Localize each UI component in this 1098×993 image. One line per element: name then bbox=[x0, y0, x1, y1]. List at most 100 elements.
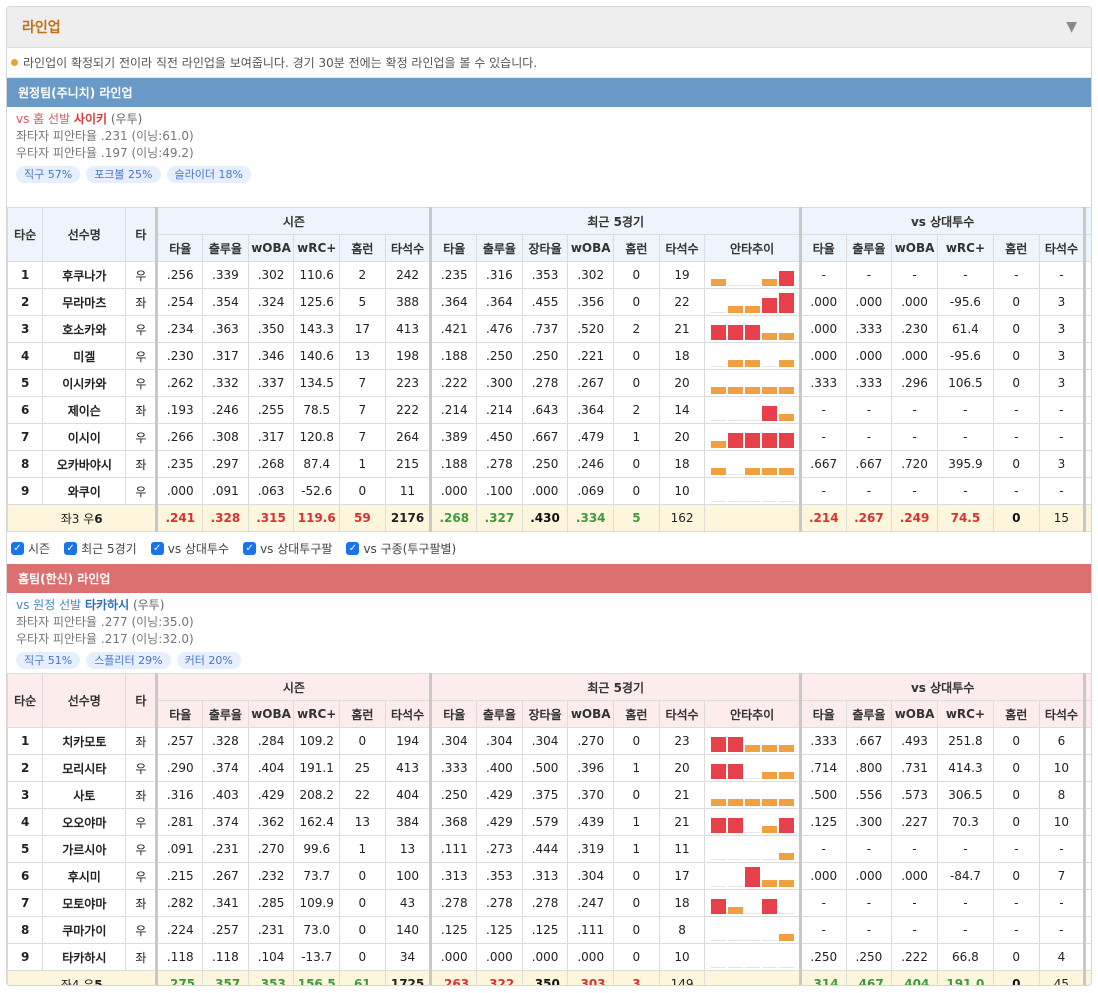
header-season-col[interactable]: 홈런 bbox=[339, 700, 386, 728]
trend-bar bbox=[778, 387, 794, 394]
header-vs-col[interactable]: 출루율 bbox=[845, 234, 893, 262]
away-lineup-table-wrap[interactable]: 타순 선수명 타 시즌 최근 5경기 vs 상대투수 타율 출루율 wOBA wRC+ 홈런 타석수 타… bbox=[7, 207, 1091, 532]
header-vs-col[interactable]: 타율 bbox=[798, 700, 847, 728]
table-row[interactable]: 2 무라마츠 좌 .254.354.324 125.6 5 388.364.364.455.… bbox=[7, 288, 1091, 316]
header-vs-col[interactable]: wOBA bbox=[891, 234, 938, 262]
player-name[interactable]: 와쿠이 bbox=[42, 477, 127, 505]
header-recent-col[interactable]: 타석수 bbox=[658, 234, 706, 262]
header-season-col[interactable]: wOBA bbox=[247, 700, 295, 728]
header-season-col[interactable]: 타율 bbox=[155, 234, 204, 262]
header-recent-col[interactable]: 타율 bbox=[429, 700, 478, 728]
header-vs-col[interactable]: 타율 bbox=[1083, 234, 1091, 262]
total-recent-stat: .268 bbox=[429, 504, 478, 532]
header-recent-col[interactable]: 안타추이 bbox=[704, 700, 801, 728]
player-name[interactable]: 쿠마가이 bbox=[42, 916, 127, 944]
table-row[interactable]: 2 모리시타 우 .290.374.404 191.1 25 413.333.400.500… bbox=[7, 754, 1091, 782]
player-name[interactable]: 이시이 bbox=[42, 423, 127, 451]
header-recent-col[interactable]: 안타추이 bbox=[704, 234, 801, 262]
checkbox-vs-arm[interactable]: ✓ vs 상대투구팔 bbox=[243, 540, 332, 557]
player-name[interactable]: 오카바야시 bbox=[42, 450, 127, 478]
header-season-col[interactable]: 출루율 bbox=[202, 700, 249, 728]
table-row[interactable]: 3 호소카와 우 .234.363.350 143.3 17 413.421.476.737… bbox=[7, 315, 1091, 343]
header-vs-col[interactable]: 타석수 bbox=[1038, 700, 1086, 728]
header-recent-col[interactable]: 출루율 bbox=[476, 234, 523, 262]
panel-header[interactable]: 라인업 ▼ bbox=[7, 7, 1091, 48]
header-vs-col[interactable]: 타율 bbox=[1083, 700, 1091, 728]
checkbox-season[interactable]: ✓ 시즌 bbox=[11, 540, 50, 557]
pitcher-name[interactable]: 사이키 bbox=[74, 112, 107, 126]
player-name[interactable]: 모리시타 bbox=[42, 754, 127, 782]
header-recent-col[interactable]: 장타율 bbox=[521, 234, 569, 262]
recent-stat: .304 bbox=[429, 727, 478, 755]
header-season-col[interactable]: 홈런 bbox=[339, 234, 386, 262]
checkbox-recent[interactable]: ✓ 최근 5경기 bbox=[64, 540, 137, 557]
player-name[interactable]: 타카하시 bbox=[42, 943, 127, 971]
player-name[interactable]: 이시카와 bbox=[42, 369, 127, 397]
recent-stat: .429 bbox=[476, 781, 523, 809]
player-name[interactable]: 사토 bbox=[42, 781, 127, 809]
header-recent-col[interactable]: 타율 bbox=[429, 234, 478, 262]
table-row[interactable]: 6 후시미 우 .215.267.232 73.7 0 100.313.353.313.30… bbox=[7, 862, 1091, 890]
table-row[interactable]: 9 타카하시 좌 .118.118.104 -13.7 0 34.000.000.000.0… bbox=[7, 943, 1091, 971]
vs-stat: 0 bbox=[992, 342, 1040, 370]
season-stat: 34 bbox=[384, 943, 432, 971]
header-season-col[interactable]: 타석수 bbox=[384, 700, 432, 728]
header-vs-col[interactable]: 타석수 bbox=[1038, 234, 1086, 262]
player-name[interactable]: 치카모토 bbox=[42, 727, 127, 755]
header-recent-col[interactable]: wOBA bbox=[567, 700, 615, 728]
table-row[interactable]: 3 사토 좌 .316.403.429 208.2 22 404.250.429.375.3… bbox=[7, 781, 1091, 809]
header-recent-col[interactable]: 장타율 bbox=[521, 700, 569, 728]
header-recent-col[interactable]: 타석수 bbox=[658, 700, 706, 728]
home-lineup-table-wrap[interactable]: 타순 선수명 타 시즌 최근 5경기 vs 상대투수 타율 출루율 wOBA wRC+ 홈런 타석수 타… bbox=[7, 673, 1091, 985]
season-stat: 109.9 bbox=[293, 889, 341, 917]
table-row[interactable]: 7 모토야마 좌 .282.341.285 109.9 0 43.278.278.278.2… bbox=[7, 889, 1091, 917]
table-row[interactable]: 4 미겔 우 .230.317.346 140.6 13 198.188.250.250.2… bbox=[7, 342, 1091, 370]
player-name[interactable]: 모토야마 bbox=[42, 889, 127, 917]
header-season-col[interactable]: wOBA bbox=[247, 234, 295, 262]
header-season-col[interactable]: 타석수 bbox=[384, 234, 432, 262]
vs-stat: .169 bbox=[1083, 396, 1091, 424]
table-row[interactable]: 5 가르시아 우 .091.231.270 99.6 1 13.111.273.444.31… bbox=[7, 835, 1091, 863]
player-name[interactable]: 가르시아 bbox=[42, 835, 127, 863]
batting-order: 9 bbox=[7, 943, 44, 971]
header-vs-col[interactable]: 홈런 bbox=[992, 234, 1040, 262]
table-row[interactable]: 1 후쿠나가 우 .256.339.302 110.6 2 242.235.316.353.… bbox=[7, 261, 1091, 289]
header-season-col[interactable]: 출루율 bbox=[202, 234, 249, 262]
header-vs-col[interactable]: wRC+ bbox=[936, 234, 994, 262]
header-vs-col[interactable]: wOBA bbox=[891, 700, 938, 728]
checkbox-vs-pitcher[interactable]: ✓ vs 상대투수 bbox=[150, 540, 229, 557]
trend-bar bbox=[744, 325, 760, 340]
pitch-tag: 슬라이더 18% bbox=[166, 166, 251, 183]
table-row[interactable]: 8 쿠마가이 우 .224.257.231 73.0 0 140.125.125.125.1… bbox=[7, 916, 1091, 944]
header-vs-col[interactable]: 출루율 bbox=[845, 700, 893, 728]
table-row[interactable]: 4 오오야마 우 .281.374.362 162.4 13 384.368.429.579… bbox=[7, 808, 1091, 836]
header-recent-col[interactable]: 출루율 bbox=[476, 700, 523, 728]
header-season-col[interactable]: wRC+ bbox=[293, 700, 341, 728]
header-season-col[interactable]: wRC+ bbox=[293, 234, 341, 262]
recent-stat: .313 bbox=[429, 862, 478, 890]
header-vs-col[interactable]: 타율 bbox=[798, 234, 847, 262]
player-name[interactable]: 미겔 bbox=[42, 342, 127, 370]
player-name[interactable]: 호소카와 bbox=[42, 315, 127, 343]
player-name[interactable]: 후쿠나가 bbox=[42, 261, 127, 289]
header-recent-col[interactable]: 홈런 bbox=[613, 234, 660, 262]
table-row[interactable]: 9 와쿠이 우 .000.091.063 -52.6 0 11.000.100.000.06… bbox=[7, 477, 1091, 505]
table-row[interactable]: 8 오카바야시 좌 .235.297.268 87.4 1 215.188.278.250.… bbox=[7, 450, 1091, 478]
header-season-col[interactable]: 타율 bbox=[155, 700, 204, 728]
table-row[interactable]: 1 치카모토 좌 .257.328.284 109.2 0 194.304.304.304.… bbox=[7, 727, 1091, 755]
table-row[interactable]: 5 이시카와 우 .262.332.337 134.5 7 223.222.300.278.… bbox=[7, 369, 1091, 397]
player-name[interactable]: 후시미 bbox=[42, 862, 127, 890]
table-row[interactable]: 6 제이슨 좌 .193.246.255 78.5 7 222.214.214.643.36… bbox=[7, 396, 1091, 424]
total-season-stat: .241 bbox=[155, 504, 204, 532]
pitcher-name[interactable]: 타카하시 bbox=[85, 598, 129, 612]
header-recent-col[interactable]: wOBA bbox=[567, 234, 615, 262]
header-vs-col[interactable]: 홈런 bbox=[992, 700, 1040, 728]
header-vs-col[interactable]: wRC+ bbox=[936, 700, 994, 728]
header-recent-col[interactable]: 홈런 bbox=[613, 700, 660, 728]
player-name[interactable]: 제이슨 bbox=[42, 396, 127, 424]
player-name[interactable]: 무라마츠 bbox=[42, 288, 127, 316]
player-name[interactable]: 오오야마 bbox=[42, 808, 127, 836]
checkbox-vs-pitch-type[interactable]: ✓ vs 구종(투구팔별) bbox=[346, 540, 456, 557]
table-row[interactable]: 7 이시이 우 .266.308.317 120.8 7 264.389.450.667.4… bbox=[7, 423, 1091, 451]
chevron-down-icon[interactable]: ▼ bbox=[1066, 19, 1077, 35]
